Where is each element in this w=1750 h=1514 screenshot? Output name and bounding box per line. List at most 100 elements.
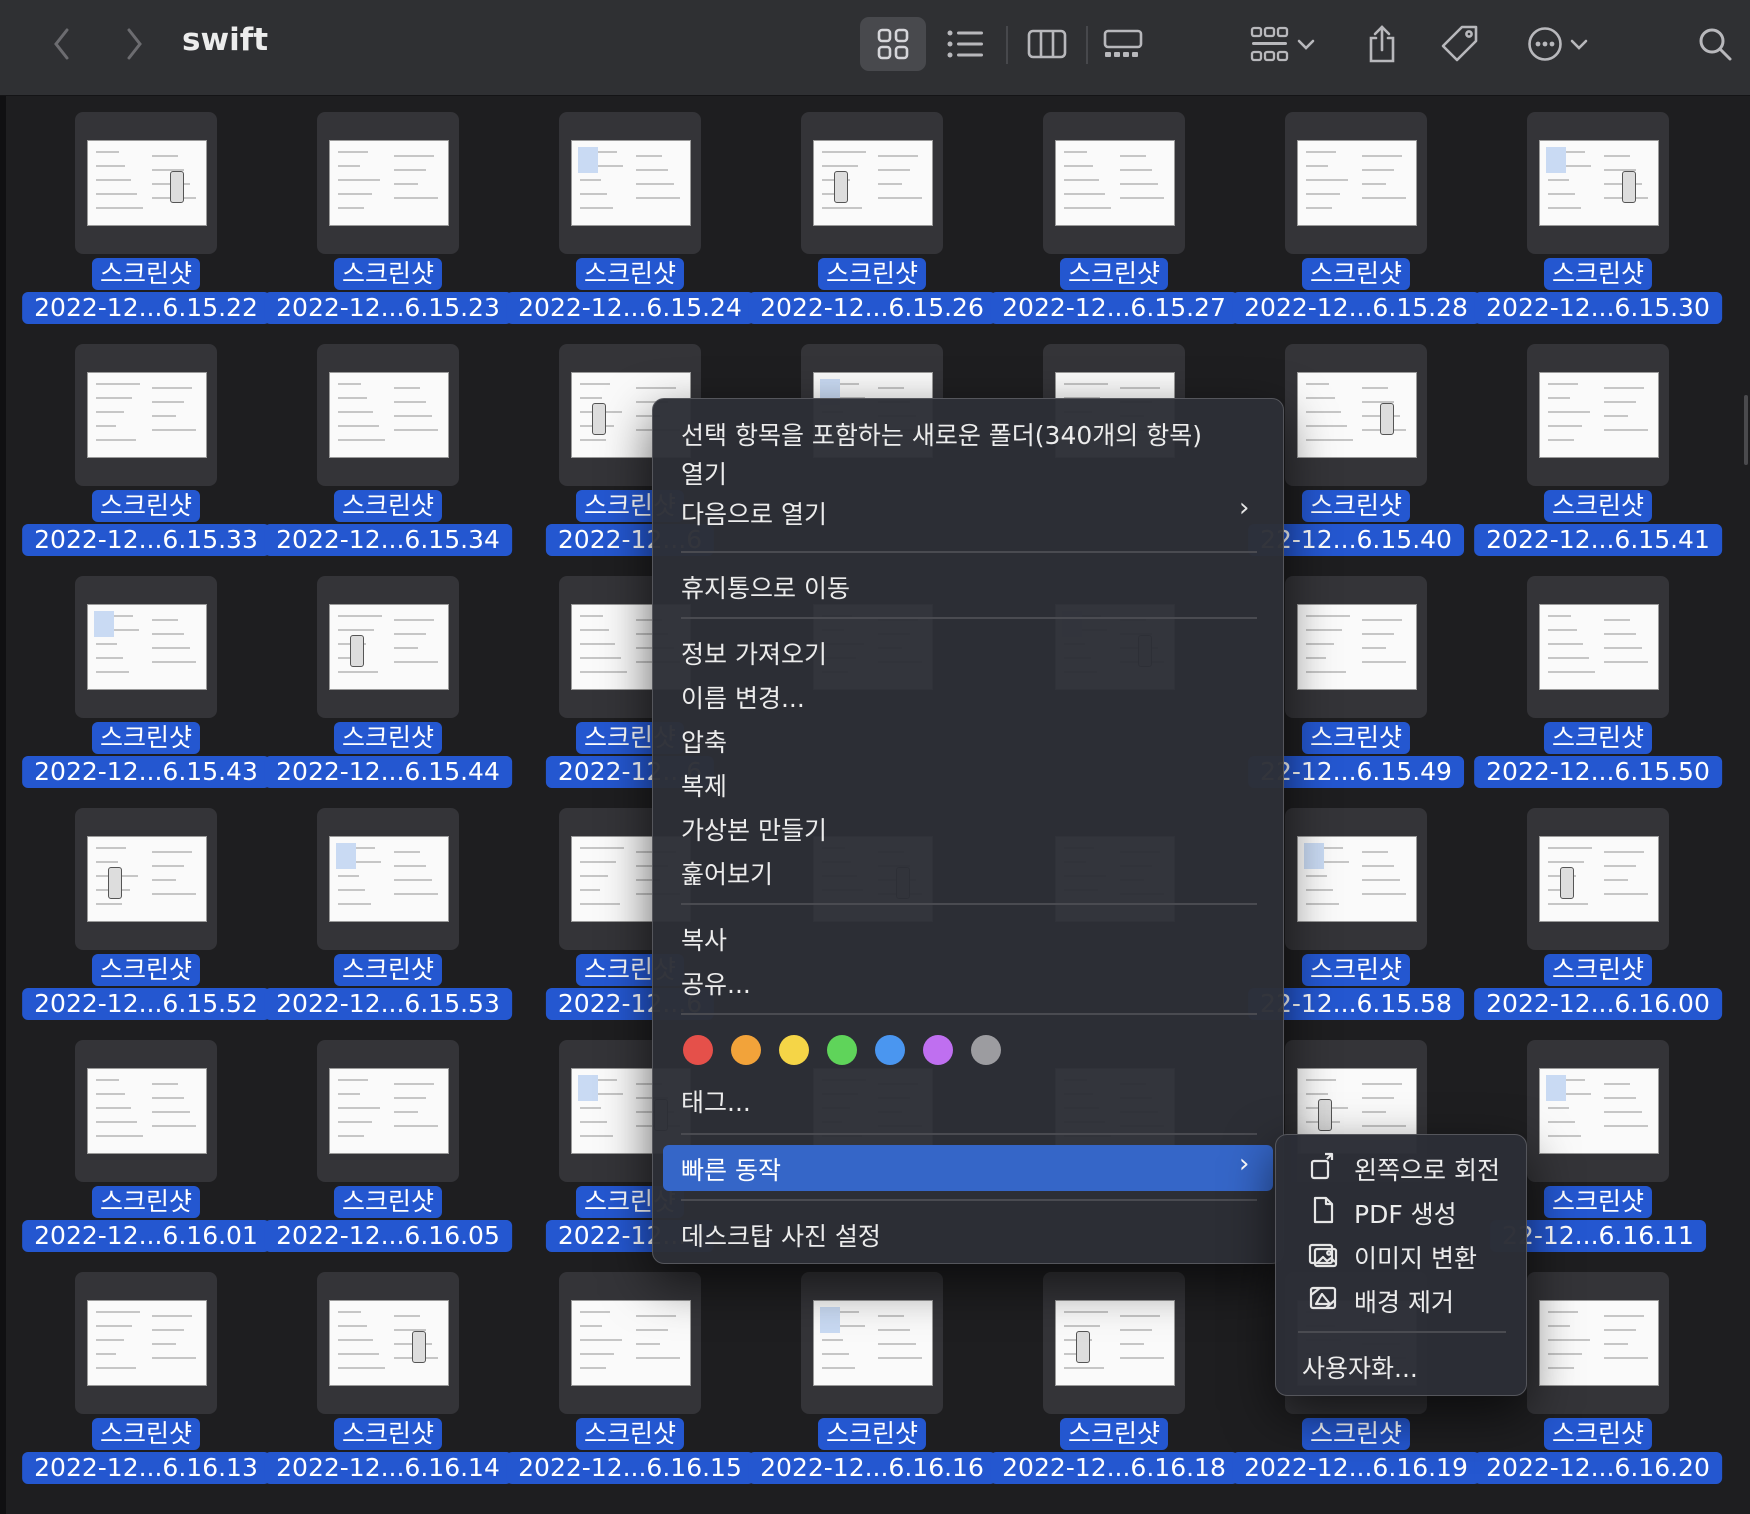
file-thumbnail	[317, 344, 459, 486]
finder-window: swift 스크린샷 2022-12...6.15.22 스크린샷 2022-1…	[0, 0, 1750, 1514]
file-date-label: 2022-12...6.15.52	[22, 988, 270, 1020]
file-item[interactable]: 스크린샷 2022-12...6.15.26	[748, 96, 996, 328]
file-item[interactable]: 스크린샷 2022-12...6.15.34	[264, 328, 512, 560]
file-item[interactable]: 스크린샷 2022-12...6.15.23	[264, 96, 512, 328]
file-item[interactable]: 스크린샷 2022-12...6.16.14	[264, 1256, 512, 1488]
submenu-item-convert-image[interactable]: 이미지 변환	[1354, 1239, 1477, 1275]
tag-color-dot[interactable]	[827, 1035, 857, 1065]
file-thumbnail	[317, 1040, 459, 1182]
file-item[interactable]: 스크린샷 2022-12...6.16.13	[22, 1256, 270, 1488]
tag-color-dot[interactable]	[731, 1035, 761, 1065]
menu-item-rename[interactable]: 이름 변경...	[681, 679, 805, 715]
tag-color-dot[interactable]	[971, 1035, 1001, 1065]
file-item[interactable]: 스크린샷 2022-12...6.15.30	[1474, 96, 1722, 328]
file-item[interactable]: 스크린샷 2022-12...6.15.53	[264, 792, 512, 1024]
window-edge	[0, 96, 6, 1514]
submenu-item-remove-background[interactable]: 배경 제거	[1354, 1283, 1454, 1319]
screenshot-preview	[813, 140, 933, 226]
back-button[interactable]	[44, 17, 80, 71]
toolbar: swift	[0, 0, 1750, 96]
icon-view-button[interactable]	[860, 17, 926, 71]
menu-separator	[681, 617, 1257, 619]
file-name-label: 스크린샷	[1059, 258, 1169, 290]
tag-color-dot[interactable]	[875, 1035, 905, 1065]
menu-item-quick-look[interactable]: 훑어보기	[681, 855, 773, 891]
screenshot-preview	[329, 372, 449, 458]
file-date-label: 2022-12...6.15.27	[990, 292, 1238, 324]
file-item[interactable]: 스크린샷 2022-12...6.15.43	[22, 560, 270, 792]
file-item[interactable]: 스크린샷 2022-12...6.15.24	[506, 96, 754, 328]
context-menu: 선택 항목을 포함하는 새로운 폴더(340개의 항목) 열기 다음으로 열기 …	[652, 398, 1284, 1264]
menu-item-copy[interactable]: 복사	[681, 921, 727, 957]
menu-item-open-with[interactable]: 다음으로 열기	[681, 495, 827, 531]
screenshot-preview	[329, 140, 449, 226]
file-name-label: 스크린샷	[333, 490, 443, 522]
file-name-label: 스크린샷	[333, 1186, 443, 1218]
screenshot-preview	[1539, 1300, 1659, 1386]
menu-item-get-info[interactable]: 정보 가져오기	[681, 635, 827, 671]
file-name-label: 스크린샷	[91, 258, 201, 290]
file-item[interactable]: 스크린샷 2022-12...6.16.00	[1474, 792, 1722, 1024]
file-item[interactable]: 스크린샷 2022-12...6.16.16	[748, 1256, 996, 1488]
file-item[interactable]: 스크린샷 2022-12...6.15.44	[264, 560, 512, 792]
menu-item-compress[interactable]: 압축	[681, 723, 727, 759]
forward-button[interactable]	[116, 17, 152, 71]
pdf-document-icon	[1313, 1196, 1334, 1224]
screenshot-preview	[87, 372, 207, 458]
file-date-label: 2022-12...6.16.18	[990, 1452, 1238, 1484]
toolbar-separator	[1086, 26, 1088, 64]
menu-item-duplicate[interactable]: 복제	[681, 767, 727, 803]
tag-button[interactable]	[1436, 17, 1484, 71]
tag-color-dot[interactable]	[779, 1035, 809, 1065]
file-item[interactable]: 스크린샷 2022-12...6.16.18	[990, 1256, 1238, 1488]
file-item[interactable]: 스크린샷 2022-12...6.15.22	[22, 96, 270, 328]
file-thumbnail	[75, 1272, 217, 1414]
menu-item-share[interactable]: 공유...	[681, 965, 751, 1001]
gallery-view-button[interactable]	[1098, 17, 1148, 71]
file-date-label: 2022-12...6.15.23	[264, 292, 512, 324]
menu-item-move-to-trash[interactable]: 휴지통으로 이동	[681, 569, 850, 605]
chevron-right-icon: ›	[1239, 1149, 1250, 1179]
screenshot-preview	[571, 1300, 691, 1386]
group-by-button[interactable]	[1246, 17, 1320, 71]
submenu-item-create-pdf[interactable]: PDF 생성	[1354, 1195, 1457, 1231]
file-date-label: 2022-12...6.16.16	[748, 1452, 996, 1484]
share-button[interactable]	[1360, 17, 1404, 71]
submenu-item-rotate-left[interactable]: 왼쪽으로 회전	[1354, 1151, 1500, 1187]
column-view-button[interactable]	[1020, 17, 1074, 71]
file-thumbnail	[1043, 112, 1185, 254]
menu-separator	[681, 551, 1257, 553]
file-thumbnail	[801, 1272, 943, 1414]
file-thumbnail	[1527, 1272, 1669, 1414]
scrollbar[interactable]	[1744, 395, 1748, 465]
menu-item-tags[interactable]: 태그...	[681, 1083, 751, 1119]
file-name-label: 스크린샷	[333, 258, 443, 290]
list-view-icon	[947, 30, 983, 58]
file-name-label: 스크린샷	[575, 1418, 685, 1450]
screenshot-preview	[1297, 372, 1417, 458]
file-item[interactable]: 스크린샷 2022-12...6.16.01	[22, 1024, 270, 1256]
screenshot-preview	[87, 604, 207, 690]
file-item[interactable]: 스크린샷 2022-12...6.15.28	[1232, 96, 1480, 328]
tag-color-dot[interactable]	[683, 1035, 713, 1065]
list-view-button[interactable]	[940, 17, 992, 71]
search-button[interactable]	[1694, 17, 1736, 71]
menu-separator	[681, 903, 1257, 905]
file-item[interactable]: 스크린샷 2022-12...6.15.33	[22, 328, 270, 560]
file-date-label: 2022-12...6.16.14	[264, 1452, 512, 1484]
chevron-right-icon: ›	[1239, 493, 1250, 523]
menu-item-make-alias[interactable]: 가상본 만들기	[681, 811, 827, 847]
file-item[interactable]: 스크린샷 2022-12...6.15.50	[1474, 560, 1722, 792]
tag-color-dot[interactable]	[923, 1035, 953, 1065]
menu-item-new-folder[interactable]: 선택 항목을 포함하는 새로운 폴더(340개의 항목)	[681, 416, 1202, 452]
file-item[interactable]: 스크린샷 2022-12...6.15.27	[990, 96, 1238, 328]
file-item[interactable]: 스크린샷 2022-12...6.15.52	[22, 792, 270, 1024]
quick-actions-submenu: 왼쪽으로 회전 PDF 생성 이미지 변환 배경 제거 사용자화...	[1275, 1134, 1527, 1396]
file-item[interactable]: 스크린샷 2022-12...6.16.05	[264, 1024, 512, 1256]
submenu-item-customize[interactable]: 사용자화...	[1302, 1349, 1418, 1385]
menu-item-open[interactable]: 열기	[681, 455, 727, 491]
menu-item-set-desktop-picture[interactable]: 데스크탑 사진 설정	[681, 1217, 881, 1253]
file-item[interactable]: 스크린샷 2022-12...6.16.15	[506, 1256, 754, 1488]
more-actions-button[interactable]	[1522, 17, 1594, 71]
file-item[interactable]: 스크린샷 2022-12...6.15.41	[1474, 328, 1722, 560]
